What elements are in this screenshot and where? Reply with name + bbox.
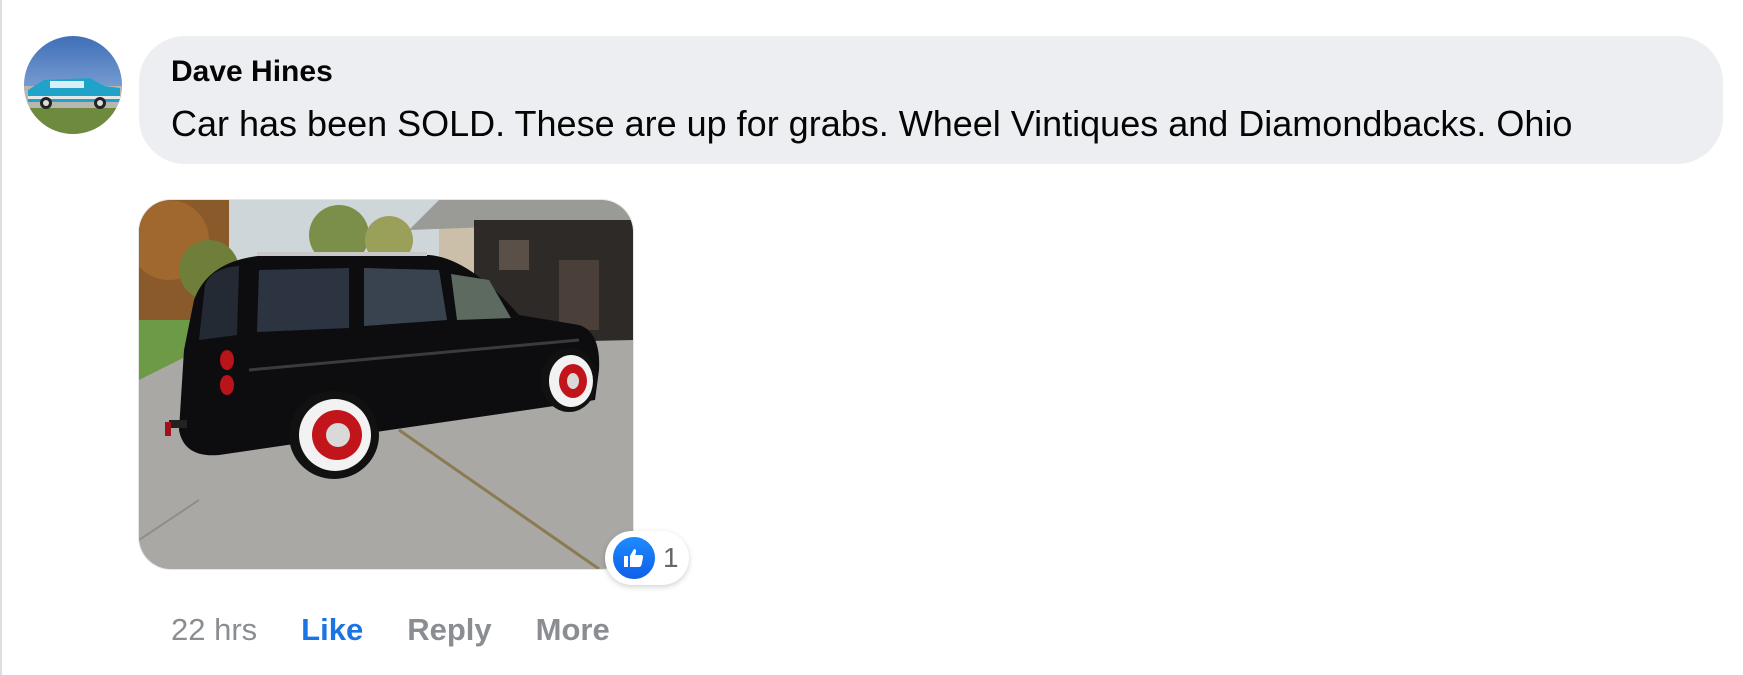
- reply-button[interactable]: Reply: [407, 612, 491, 648]
- like-button[interactable]: Like: [301, 612, 363, 648]
- car-photo-image: [139, 200, 633, 569]
- reaction-count: 1: [663, 542, 679, 573]
- reaction-summary[interactable]: 1: [605, 531, 689, 585]
- more-button[interactable]: More: [536, 612, 610, 648]
- thread-divider: [0, 0, 2, 675]
- avatar[interactable]: [24, 36, 122, 134]
- comment-text: Car has been SOLD. These are up for grab…: [171, 103, 1573, 144]
- comment-view: Dave Hines Car has been SOLD. These are …: [0, 0, 1743, 675]
- timestamp[interactable]: 22 hrs: [171, 612, 257, 648]
- comment-photo[interactable]: [139, 200, 633, 569]
- avatar-image: [24, 36, 122, 134]
- comment-actions: 22 hrs Like Reply More: [171, 612, 610, 648]
- comment-bubble: Dave Hines Car has been SOLD. These are …: [139, 36, 1723, 164]
- author-name[interactable]: Dave Hines: [171, 54, 1723, 90]
- thumbs-up-icon: [611, 535, 657, 581]
